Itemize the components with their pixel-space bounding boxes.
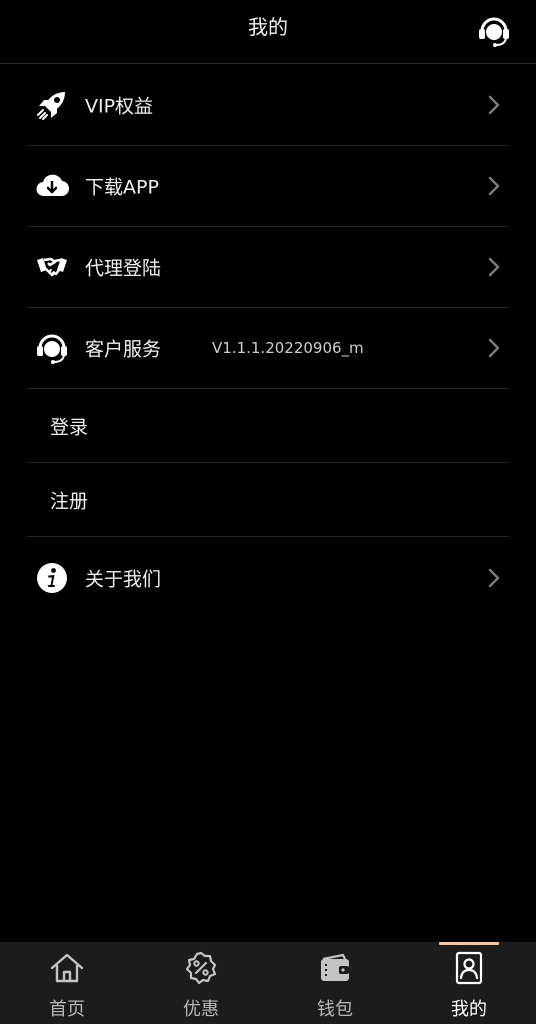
bottom-tab-bar: 首页 优惠 钱包 我的 [0, 942, 536, 1024]
wallet-icon [321, 953, 349, 981]
customer-service-headset-icon[interactable] [476, 13, 512, 49]
menu-item-vip-benefits[interactable]: VIP权益 [27, 65, 509, 146]
profile-menu: VIP权益 下载APP 代理登陆 客户服务 V1.1.1.20220906_m … [27, 65, 509, 618]
home-icon [50, 953, 84, 983]
menu-item-agent-login[interactable]: 代理登陆 [27, 227, 509, 308]
chevron-right-icon [488, 257, 500, 277]
menu-item-label: 关于我们 [85, 568, 162, 590]
menu-item-login[interactable]: 登录 [27, 389, 509, 463]
tab-label: 我的 [451, 999, 487, 1020]
menu-item-label: 登录 [50, 416, 89, 438]
tab-home[interactable]: 首页 [0, 942, 134, 1024]
menu-item-about-us[interactable]: 关于我们 [27, 537, 509, 618]
chevron-right-icon [488, 176, 500, 196]
menu-item-label: 下载APP [85, 176, 159, 199]
page-title: 我的 [248, 15, 288, 39]
top-bar: 我的 [0, 0, 536, 64]
cloud-download-icon [36, 174, 69, 197]
profile-card-icon [455, 951, 483, 985]
tab-label: 优惠 [183, 999, 219, 1020]
chevron-right-icon [488, 338, 500, 358]
tab-wallet[interactable]: 钱包 [268, 942, 402, 1024]
tab-label: 钱包 [317, 999, 353, 1020]
rocket-icon [37, 92, 65, 120]
tab-label: 首页 [49, 999, 85, 1020]
menu-item-label: 客户服务 [85, 338, 162, 361]
menu-item-register[interactable]: 注册 [27, 463, 509, 537]
chevron-right-icon [488, 568, 500, 587]
app-version-text: V1.1.1.20220906_m [212, 339, 364, 357]
info-icon [37, 562, 67, 593]
tab-profile[interactable]: 我的 [402, 942, 536, 1024]
menu-item-customer-service[interactable]: 客户服务 V1.1.1.20220906_m [27, 308, 509, 389]
handshake-icon [37, 257, 67, 277]
tab-promotions[interactable]: 优惠 [134, 942, 268, 1024]
headset-icon [37, 334, 67, 364]
menu-item-label: 代理登陆 [85, 257, 162, 280]
chevron-right-icon [488, 95, 500, 115]
menu-item-download-app[interactable]: 下载APP [27, 146, 509, 227]
menu-item-label: 注册 [50, 490, 89, 512]
discount-badge-icon [185, 951, 217, 985]
menu-item-label: VIP权益 [85, 95, 154, 118]
